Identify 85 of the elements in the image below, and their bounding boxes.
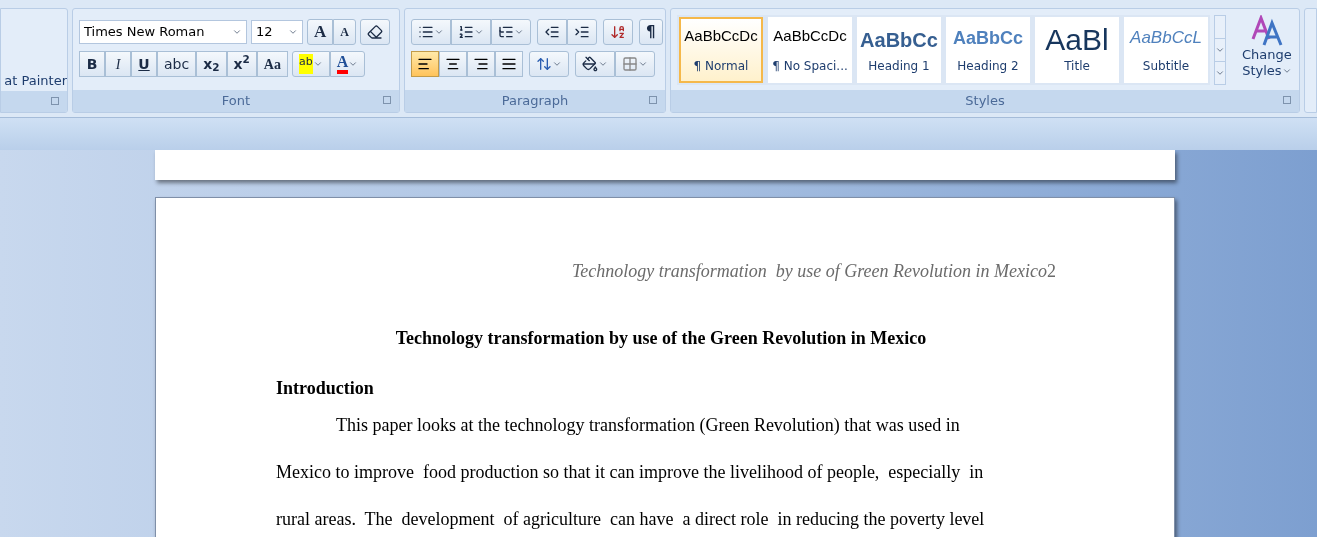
grow-font-button[interactable]: A xyxy=(307,19,334,45)
body-text-line: rural areas. The development of agriculture can have a direct role in reducing the poverty level xyxy=(276,508,985,531)
page-header: Technology transformation by use of Green Revolution in Mexico xyxy=(571,260,1047,283)
shading-button[interactable] xyxy=(575,51,615,77)
style-gallery-item[interactable]: AaBbCc Heading 2 xyxy=(946,17,1030,83)
line-spacing-icon xyxy=(536,56,552,72)
numbered-list-icon xyxy=(458,24,474,40)
style-preview: AaBl xyxy=(1045,25,1109,55)
increase-indent-button[interactable] xyxy=(567,19,597,45)
sub-button[interactable]: x$_{2}$ xyxy=(196,51,227,77)
shrink-font-button[interactable]: A xyxy=(333,19,356,45)
strike-button[interactable]: abc xyxy=(157,51,197,77)
highlight-button[interactable]: ab xyxy=(292,51,330,77)
alignment-icon xyxy=(445,56,461,72)
multilevel-list-icon xyxy=(498,24,514,40)
style-preview: AaBbCcDc xyxy=(684,26,758,46)
style-gallery-item[interactable]: AaBbCcDc ¶ Normal xyxy=(679,17,763,83)
bullet-list-icon xyxy=(418,24,434,40)
style-preview: AaBbCc xyxy=(860,28,938,53)
page-number: 2 xyxy=(1047,260,1056,283)
caret-icon xyxy=(1215,68,1225,78)
style-name: ¶ Normal xyxy=(693,58,749,75)
multilevel-list-button[interactable] xyxy=(491,19,531,45)
increase-indent-icon xyxy=(574,24,590,40)
caret-icon xyxy=(474,27,484,37)
style-preview: AaBbCcL xyxy=(1130,27,1202,49)
bold-button[interactable]: B xyxy=(79,51,105,77)
style-name: Heading 1 xyxy=(868,58,930,75)
alignment-icon xyxy=(417,56,433,72)
alignment-icon xyxy=(501,56,517,72)
style-name: Title xyxy=(1064,58,1090,75)
caret-icon xyxy=(1215,45,1225,55)
sort-icon xyxy=(610,24,626,40)
clear-formatting-button[interactable] xyxy=(359,19,390,45)
caret-icon xyxy=(288,27,298,37)
section-heading: Introduction xyxy=(276,377,374,400)
group-label: Font xyxy=(221,92,251,111)
align-button[interactable] xyxy=(411,51,439,77)
change-styles-button[interactable]: Change Styles xyxy=(1238,15,1296,80)
font-color-button[interactable]: A xyxy=(329,51,366,77)
gallery-scrollbar[interactable] xyxy=(1214,15,1226,85)
caret-icon xyxy=(348,59,359,69)
font-size-field[interactable]: 12 xyxy=(251,20,303,44)
group-label: Paragraph xyxy=(501,92,569,111)
paint-bucket-icon xyxy=(582,56,598,72)
format-painter-button[interactable]: at Painter xyxy=(4,71,67,91)
border-grid-icon xyxy=(622,56,638,72)
numbering-button[interactable] xyxy=(451,19,491,45)
style-name: Subtitle xyxy=(1142,58,1190,75)
style-name: ¶ No Spaci... xyxy=(772,58,848,75)
style-preview: AaBbCc xyxy=(953,27,1023,50)
caret-icon xyxy=(434,27,444,37)
body-text-line: Mexico to improve food production so that it can improve the livelihood of people, especially in xyxy=(276,461,984,484)
decrease-indent-icon xyxy=(544,24,560,40)
caret-icon xyxy=(552,59,562,69)
font-name-field[interactable]: Times New Roman xyxy=(79,20,247,44)
caret-icon xyxy=(598,59,608,69)
style-gallery-item[interactable]: AaBl Title xyxy=(1035,17,1119,83)
eraser-icon xyxy=(366,24,383,40)
caret-icon xyxy=(638,59,648,69)
style-gallery-item[interactable]: AaBbCc Heading 1 xyxy=(857,17,941,83)
decrease-indent-button[interactable] xyxy=(537,19,567,45)
caret-icon xyxy=(312,59,323,69)
align-button[interactable] xyxy=(467,51,495,77)
sup-button[interactable]: x$^{2}$ xyxy=(226,51,257,77)
show-formatting-button[interactable]: ¶ xyxy=(639,19,663,45)
style-gallery-item[interactable]: AaBbCcL Subtitle xyxy=(1124,17,1208,83)
styles-letters-icon xyxy=(1249,15,1284,47)
style-name: Heading 2 xyxy=(957,58,1019,75)
align-button[interactable] xyxy=(495,51,523,77)
body-text-line: This paper looks at the technology transformation (Green Revolution) that was used in xyxy=(336,414,960,437)
line-spacing-button[interactable] xyxy=(529,51,569,77)
alignment-icon xyxy=(473,56,489,72)
caret-icon xyxy=(514,27,524,37)
sort-button[interactable] xyxy=(603,19,633,45)
italic-button[interactable]: I xyxy=(105,51,131,77)
document-title: Technology transformation by use of the Green Revolution in Mexico xyxy=(395,327,927,350)
align-button[interactable] xyxy=(439,51,467,77)
style-preview: AaBbCcDc xyxy=(773,26,847,46)
underline-button[interactable]: U xyxy=(131,51,157,77)
caret-icon xyxy=(232,27,242,37)
group-label: Styles xyxy=(965,92,1005,111)
bullets-button[interactable] xyxy=(411,19,451,45)
case-button[interactable]: Aa xyxy=(256,51,288,77)
style-gallery-item[interactable]: AaBbCcDc ¶ No Spaci... xyxy=(768,17,852,83)
